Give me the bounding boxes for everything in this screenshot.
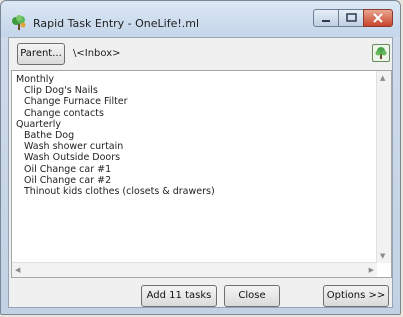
horizontal-scrollbar[interactable]: ◀ ▶ [12,262,377,277]
task-line: Thinout kids clothes (closets & drawers) [24,186,215,198]
options-button[interactable]: Options >> [323,285,389,307]
tree-picker-button[interactable] [372,44,390,62]
task-line: Oil Change car #2 [24,174,112,186]
scroll-up-icon[interactable]: ▲ [380,74,385,82]
task-line: Bathe Dog [24,130,75,142]
rapid-task-entry-window: Rapid Task Entry - OneLife!.ml Parent...… [0,0,401,315]
scroll-right-icon[interactable]: ▶ [369,266,374,274]
minimize-button[interactable] [313,9,339,27]
tree-picker-icon [373,46,389,65]
task-line: Oil Change car #1 [24,163,112,175]
toolbar: Parent... \<Inbox> [9,38,392,68]
close-button[interactable]: Close [224,285,280,307]
task-line: Change contacts [24,107,104,119]
task-lines: Monthly Clip Dog's Nails Change Furnace Fi… [16,74,215,197]
close-icon [364,11,392,30]
close-window-button[interactable] [363,9,393,27]
vertical-scrollbar[interactable]: ▲ ▼ [376,71,391,263]
task-line: Wash Outside Doors [24,152,121,164]
title-bar[interactable]: Rapid Task Entry - OneLife!.ml [1,1,400,37]
add-tasks-button[interactable]: Add 11 tasks [141,285,217,307]
task-line: Quarterly [16,118,61,130]
dialog-body: Parent... \<Inbox> Monthly Clip Dog's Nai… [8,37,393,308]
task-line: Wash shower curtain [24,141,124,153]
maximize-icon [339,11,363,30]
window-title: Rapid Task Entry - OneLife!.ml [33,17,200,30]
task-text-area[interactable]: Monthly Clip Dog's Nails Change Furnace Fi… [11,70,392,278]
app-tree-icon [11,15,27,31]
task-line: Clip Dog's Nails [24,85,98,97]
parent-path: \<Inbox> [73,48,121,59]
scroll-left-icon[interactable]: ◀ [15,266,20,274]
task-line: Change Furnace Filter [24,96,128,108]
scroll-down-icon[interactable]: ▼ [380,252,385,260]
minimize-icon [314,11,338,30]
task-line: Monthly [16,74,55,85]
maximize-button[interactable] [338,9,364,27]
parent-button[interactable]: Parent... [17,43,65,65]
